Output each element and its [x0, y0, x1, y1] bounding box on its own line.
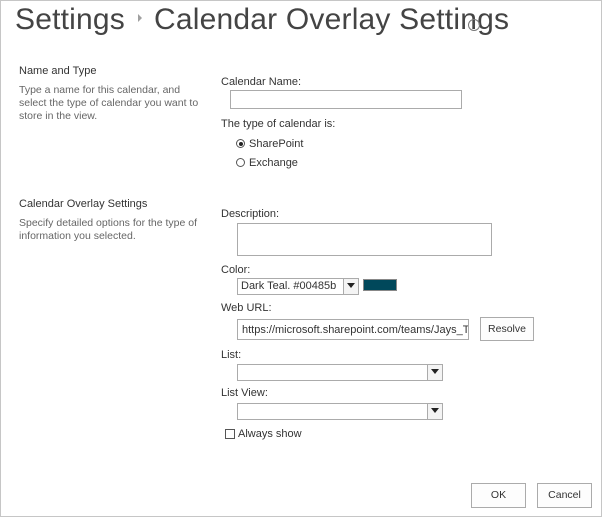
color-swatch [363, 279, 397, 291]
section-description-overlay: Specify detailed options for the type of… [19, 217, 198, 242]
always-show-label: Always show [238, 428, 302, 440]
radio-sharepoint-dot[interactable] [236, 139, 245, 148]
calendar-name-label: Calendar Name: [221, 76, 302, 88]
chevron-down-icon[interactable] [427, 365, 442, 380]
section-description-name-type: Type a name for this calendar, and selec… [19, 84, 199, 122]
info-icon[interactable]: i [468, 19, 480, 31]
color-label: Color: [221, 264, 251, 276]
radio-exchange-dot[interactable] [236, 158, 245, 167]
web-url-input[interactable]: https://microsoft.sharepoint.com/teams/J… [237, 319, 469, 340]
ok-button[interactable]: OK [471, 483, 526, 508]
breadcrumb-separator-icon [138, 14, 142, 22]
description-label: Description: [221, 208, 280, 220]
always-show-option[interactable]: Always show [225, 428, 315, 442]
calendar-type-label: The type of calendar is: [221, 118, 336, 130]
resolve-button[interactable]: Resolve [480, 317, 534, 341]
cancel-button[interactable]: Cancel [537, 483, 592, 508]
chevron-down-icon[interactable] [343, 279, 358, 294]
page-title: Settings Calendar Overlay Settings [15, 3, 509, 37]
color-select-value: Dark Teal. #00485b [241, 280, 337, 292]
list-label: List: [221, 349, 242, 361]
web-url-label: Web URL: [221, 302, 272, 314]
page-title-text: Calendar Overlay Settings [154, 3, 510, 36]
radio-sharepoint-label: SharePoint [249, 138, 304, 150]
list-view-label: List View: [221, 387, 268, 399]
dialog-frame: Settings Calendar Overlay Settings i Name… [0, 0, 602, 517]
chevron-down-icon[interactable] [427, 404, 442, 419]
calendar-name-input[interactable] [230, 90, 462, 109]
radio-sharepoint[interactable]: SharePoint [236, 138, 316, 151]
list-view-select[interactable] [237, 403, 443, 420]
radio-exchange-label: Exchange [249, 157, 298, 169]
radio-exchange[interactable]: Exchange [236, 157, 316, 170]
breadcrumb-root[interactable]: Settings [15, 3, 125, 36]
color-select[interactable]: Dark Teal. #00485b [237, 278, 359, 295]
description-input[interactable] [237, 223, 492, 256]
section-title-name-type: Name and Type [19, 65, 97, 77]
section-title-overlay: Calendar Overlay Settings [19, 198, 148, 210]
list-select[interactable] [237, 364, 443, 381]
always-show-checkbox[interactable] [225, 429, 235, 439]
